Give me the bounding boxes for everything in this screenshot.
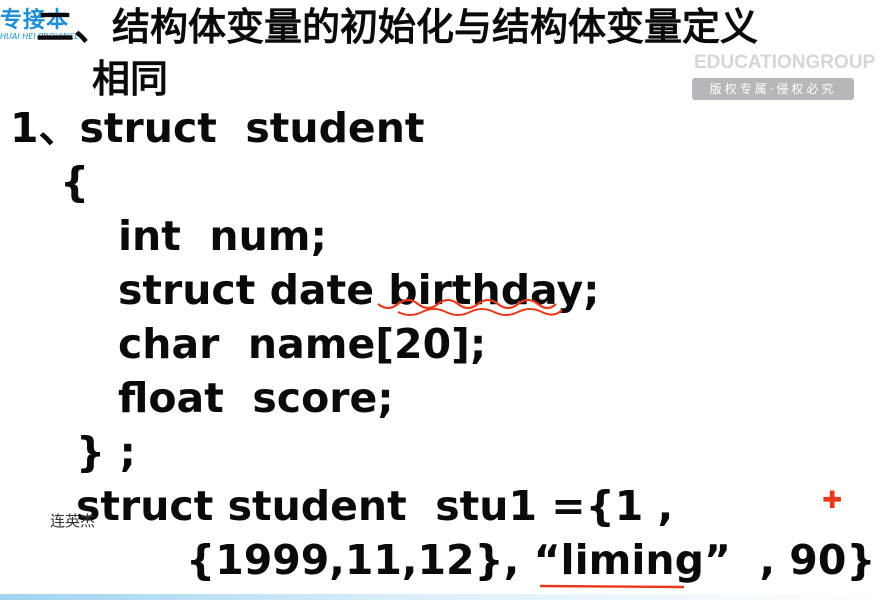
code-line-stu1-init: struct student stu1 ={1 , <box>76 482 674 530</box>
speaker-name: 连英杰 <box>50 512 96 530</box>
watermark-chinese-badge: 版权专属·侵权必究 <box>692 78 854 100</box>
birthday-underline-annotation <box>377 298 563 316</box>
watermark-english: EDUCATIONGROUP <box>694 52 876 73</box>
slide-title-line-1: 二、结构体变量的初始化与结构体变量定义 <box>36 5 759 49</box>
code-line-score: float score; <box>118 374 394 422</box>
code-line-name: char name[20]; <box>118 320 487 368</box>
liming-underline-annotation <box>539 584 685 589</box>
code-line-close-brace: } ; <box>76 428 136 476</box>
code-line-stu1-values: {1999,11,12}, “liming” , 90} ; <box>186 536 880 584</box>
plus-icon: ✚ <box>822 486 843 514</box>
code-line-struct-declaration: 1、struct student <box>10 104 425 152</box>
code-line-open-brace: { <box>60 158 90 206</box>
code-line-num: int num; <box>118 212 327 260</box>
bottom-accent-bar <box>0 594 880 600</box>
slide-title-line-2: 相同 <box>92 57 169 101</box>
